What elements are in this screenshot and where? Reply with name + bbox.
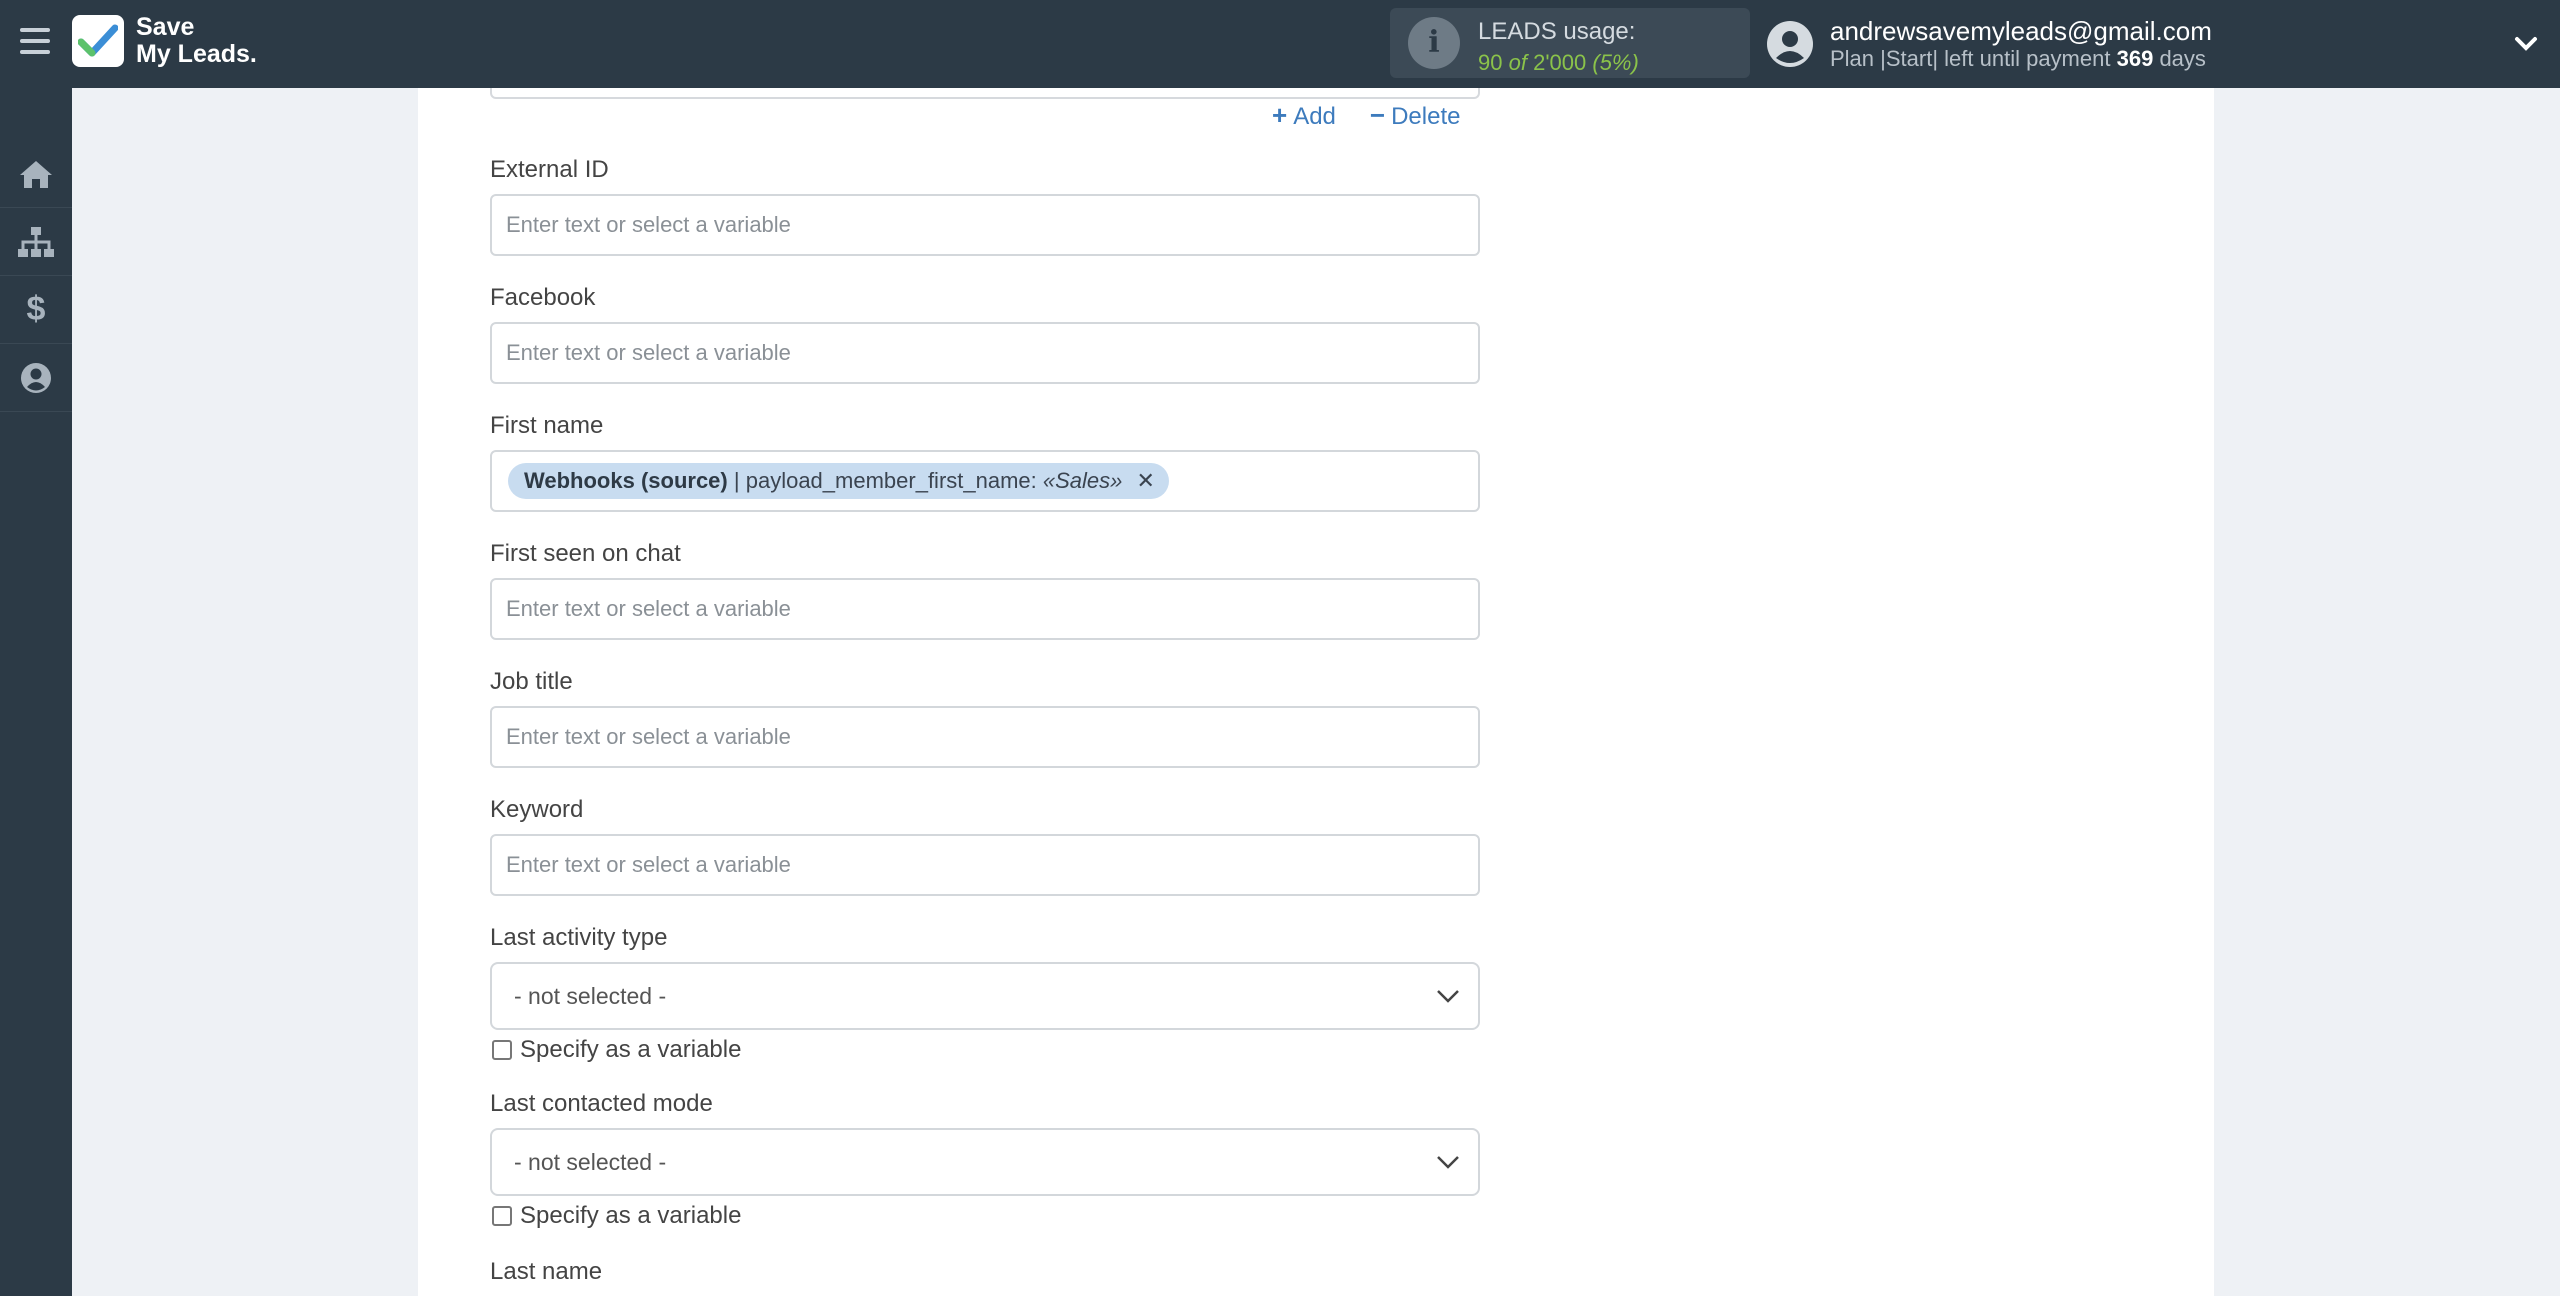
first-seen-input[interactable]: Enter text or select a variable — [490, 578, 1480, 640]
account-email: andrewsavemyleads@gmail.com — [1830, 16, 2212, 46]
usage-count: 90 of 2'000 (5%) — [1478, 50, 1639, 75]
user-avatar-icon — [1767, 21, 1813, 67]
home-icon — [20, 160, 52, 188]
leads-usage-panel: i LEADS usage: 90 of 2'000 (5%) — [1390, 8, 1750, 78]
external-id-input[interactable]: Enter text or select a variable — [490, 194, 1480, 256]
user-circle-icon — [21, 362, 51, 393]
facebook-input[interactable]: Enter text or select a variable — [490, 322, 1480, 384]
sidebar-item-home[interactable] — [0, 140, 72, 208]
sidebar: $ — [0, 88, 72, 1296]
logo[interactable]: Save My Leads. — [72, 14, 257, 68]
chevron-down-icon — [1437, 1156, 1459, 1169]
delete-button[interactable]: − Delete — [1370, 100, 1461, 131]
chevron-down-icon — [1437, 990, 1459, 1003]
keyword-label: Keyword — [490, 796, 584, 823]
last-contacted-mode-label: Last contacted mode — [490, 1090, 713, 1117]
remove-tag-icon[interactable]: ✕ — [1137, 468, 1155, 493]
external-id-label: External ID — [490, 156, 609, 183]
sitemap-icon — [18, 226, 54, 257]
sidebar-item-billing[interactable]: $ — [0, 276, 72, 344]
chevron-down-icon[interactable] — [2512, 30, 2540, 58]
usage-title: LEADS usage: — [1478, 18, 1636, 45]
logo-check-icon — [72, 15, 124, 67]
last-contacted-mode-select[interactable]: - not selected - — [490, 1128, 1480, 1196]
sidebar-item-profile[interactable] — [0, 344, 72, 412]
sidebar-item-connections[interactable] — [0, 208, 72, 276]
plus-icon: + — [1272, 100, 1288, 130]
minus-icon: − — [1369, 100, 1386, 130]
job-title-label: Job title — [490, 668, 573, 695]
first-seen-label: First seen on chat — [490, 540, 681, 567]
keyword-input[interactable]: Enter text or select a variable — [490, 834, 1480, 896]
add-button[interactable]: + Add — [1272, 100, 1336, 131]
logo-text: Save My Leads. — [136, 13, 257, 68]
last-contacted-mode-variable-checkbox[interactable]: Specify as a variable — [492, 1202, 741, 1230]
account-plan: Plan |Start| left until payment 369 days — [1830, 46, 2206, 71]
first-name-label: First name — [490, 412, 604, 439]
first-name-variable-tag[interactable]: Webhooks (source) | payload_member_first… — [508, 463, 1169, 499]
menu-icon[interactable] — [20, 28, 50, 56]
last-activity-type-label: Last activity type — [490, 924, 668, 951]
last-activity-type-variable-checkbox[interactable]: Specify as a variable — [492, 1036, 741, 1064]
dollar-icon: $ — [26, 290, 46, 328]
facebook-label: Facebook — [490, 284, 596, 311]
job-title-input[interactable]: Enter text or select a variable — [490, 706, 1480, 768]
last-activity-type-select[interactable]: - not selected - — [490, 962, 1480, 1030]
checkbox[interactable] — [492, 1206, 512, 1226]
info-icon: i — [1408, 17, 1460, 69]
top-bar: Save My Leads. i LEADS usage: 90 of 2'00… — [0, 0, 2560, 88]
last-name-label: Last name — [490, 1258, 603, 1285]
previous-field-input[interactable] — [490, 88, 1480, 99]
checkbox[interactable] — [492, 1040, 512, 1060]
add-delete-actions: + Add − Delete — [1272, 100, 1460, 131]
